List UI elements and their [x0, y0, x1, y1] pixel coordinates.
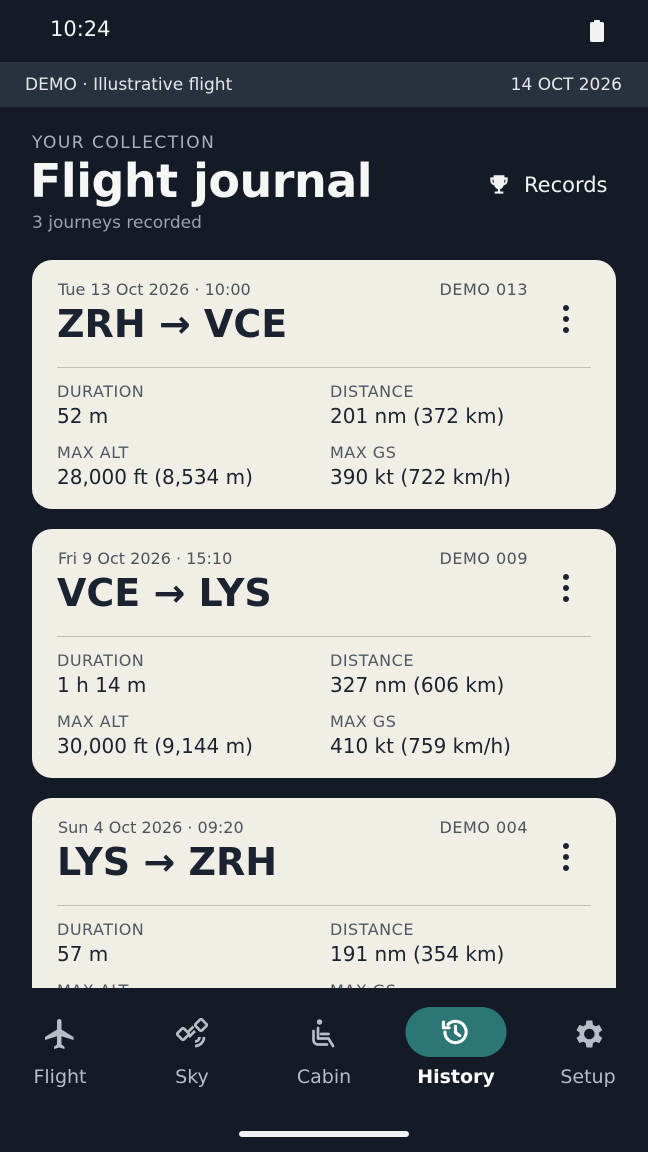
flight-card[interactable]: Fri 9 Oct 2026 · 15:10 DEMO 009 VCE → LY… — [32, 529, 616, 778]
satellite-icon — [175, 1017, 209, 1048]
nav-label: Sky — [175, 1066, 209, 1088]
duration-value: 57 m — [57, 942, 109, 966]
duration-value: 1 h 14 m — [57, 673, 147, 697]
nav-label: Flight — [33, 1066, 87, 1088]
max-gs-value: 390 kt (722 km/h) — [330, 465, 511, 489]
demo-label: DEMO · Illustrative flight — [25, 75, 233, 95]
duration-value: 52 m — [57, 404, 109, 428]
flight-code: DEMO 009 — [439, 549, 528, 568]
nav-label: Setup — [560, 1066, 616, 1088]
journey-count: 3 journeys recorded — [32, 213, 202, 233]
distance-label: DISTANCE — [330, 920, 414, 939]
max-alt-label: MAX ALT — [57, 981, 129, 988]
page-title: Flight journal — [30, 154, 373, 208]
battery-icon — [590, 20, 604, 42]
nav-label: History — [417, 1066, 495, 1088]
nav-label: Cabin — [296, 1066, 352, 1088]
card-divider — [57, 636, 591, 637]
nav-item-setup[interactable]: Setup — [524, 988, 648, 1098]
nav-item-history[interactable]: History — [392, 988, 520, 1098]
max-alt-value: 30,000 ft (9,144 m) — [57, 734, 253, 758]
nav-item-flight[interactable]: Flight — [0, 988, 124, 1098]
trophy-icon — [490, 175, 508, 194]
flight-card[interactable]: Tue 13 Oct 2026 · 10:00 DEMO 013 ZRH → V… — [32, 260, 616, 509]
max-alt-label: MAX ALT — [57, 712, 129, 731]
flight-card[interactable]: Sun 4 Oct 2026 · 09:20 DEMO 004 LYS → ZR… — [32, 798, 616, 988]
section-eyebrow: YOUR COLLECTION — [32, 133, 216, 153]
bottom-navigation: Flight Sky Cabin History Setup — [0, 988, 648, 1152]
flight-route: ZRH → VCE — [57, 302, 288, 346]
max-alt-value: 28,000 ft (8,534 m) — [57, 465, 253, 489]
max-gs-label: MAX GS — [330, 981, 396, 988]
flight-route: VCE → LYS — [57, 571, 272, 615]
gear-icon — [576, 1020, 603, 1048]
flight-date: Tue 13 Oct 2026 · 10:00 — [58, 280, 251, 299]
history-icon — [441, 1019, 468, 1045]
flight-code: DEMO 013 — [439, 280, 528, 299]
status-bar: 10:24 — [0, 0, 648, 62]
flight-code: DEMO 004 — [439, 818, 528, 837]
flight-date: Fri 9 Oct 2026 · 15:10 — [58, 549, 233, 568]
demo-date: 14 OCT 2026 — [510, 75, 622, 95]
records-label: Records — [524, 173, 608, 197]
flight-route: LYS → ZRH — [57, 840, 278, 884]
card-divider — [57, 905, 591, 906]
duration-label: DURATION — [57, 920, 145, 939]
more-options-icon[interactable] — [554, 571, 578, 605]
nav-active-indicator — [405, 1007, 507, 1057]
distance-label: DISTANCE — [330, 382, 414, 401]
nav-item-cabin[interactable]: Cabin — [260, 988, 388, 1098]
distance-value: 201 nm (372 km) — [330, 404, 505, 428]
distance-value: 191 nm (354 km) — [330, 942, 505, 966]
max-alt-label: MAX ALT — [57, 443, 129, 462]
flight-list[interactable]: Tue 13 Oct 2026 · 10:00 DEMO 013 ZRH → V… — [0, 250, 648, 988]
duration-label: DURATION — [57, 382, 145, 401]
distance-label: DISTANCE — [330, 651, 414, 670]
card-divider — [57, 367, 591, 368]
records-button[interactable]: Records — [486, 166, 626, 204]
max-gs-label: MAX GS — [330, 712, 397, 731]
nav-item-sky[interactable]: Sky — [128, 988, 256, 1098]
duration-label: DURATION — [57, 651, 145, 670]
flight-date: Sun 4 Oct 2026 · 09:20 — [58, 818, 244, 837]
status-time: 10:24 — [50, 17, 111, 41]
max-gs-value: 410 kt (759 km/h) — [330, 734, 511, 758]
demo-banner: DEMO · Illustrative flight 14 OCT 2026 — [0, 62, 648, 107]
seat-icon — [312, 1019, 335, 1048]
more-options-icon[interactable] — [554, 302, 578, 336]
distance-value: 327 nm (606 km) — [330, 673, 505, 697]
home-indicator[interactable] — [239, 1131, 409, 1137]
airplane-icon — [45, 1019, 74, 1049]
more-options-icon[interactable] — [554, 840, 578, 874]
max-gs-label: MAX GS — [330, 443, 397, 462]
